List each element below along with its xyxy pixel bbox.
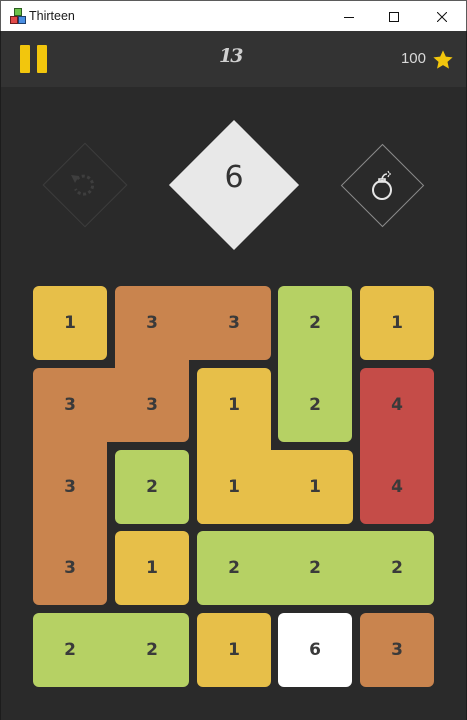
score-value: 100 [400, 50, 426, 67]
game-header: 13 100 [0, 31, 467, 87]
maximize-icon [389, 11, 399, 22]
cell-r3-c3: 2 [309, 558, 321, 578]
cell-r4-c3: 6 [309, 640, 321, 660]
cell-r1-c2: 1 [228, 395, 240, 415]
cell-r3-c0: 3 [64, 558, 76, 578]
cell-r0-c2: 3 [228, 313, 240, 333]
game-logo: 13 [219, 45, 243, 67]
pause-button[interactable] [20, 45, 48, 73]
close-button[interactable] [419, 1, 465, 32]
cell-r2-c4: 4 [391, 477, 403, 497]
cell-r3-c2: 2 [228, 558, 240, 578]
cell-r2-c2: 1 [228, 477, 240, 497]
cell-r4-c4: 3 [391, 640, 403, 660]
window-title: Thirteen [29, 9, 75, 23]
cell-r4-c1: 2 [146, 640, 158, 660]
cell-r1-c3: 2 [309, 395, 321, 415]
cell-r0-c1: 3 [146, 313, 158, 333]
cell-r2-c3: 1 [309, 477, 321, 497]
cell-r0-c4: 1 [391, 313, 403, 333]
app-icon [10, 8, 26, 24]
minimize-button[interactable] [326, 1, 372, 32]
cell-r1-c4: 4 [391, 395, 403, 415]
undo-icon [71, 174, 95, 196]
star-icon [433, 50, 453, 69]
tile-group-2-vertical[interactable] [278, 286, 352, 442]
next-tile-value: 6 [224, 160, 244, 195]
cell-r2-c1: 2 [146, 477, 158, 497]
cell-r3-c1: 1 [146, 558, 158, 578]
bomb-icon [372, 170, 392, 200]
cell-r0-c3: 2 [309, 313, 321, 333]
cell-r4-c0: 2 [64, 640, 76, 660]
cell-r2-c0: 3 [64, 477, 76, 497]
tile-group-4[interactable] [360, 368, 434, 524]
window-titlebar: Thirteen [0, 0, 467, 31]
cell-r3-c4: 2 [391, 558, 403, 578]
minimize-icon [344, 16, 354, 18]
cell-r1-c0: 3 [64, 395, 76, 415]
cell-r0-c0: 1 [64, 313, 76, 333]
cell-r1-c1: 3 [146, 395, 158, 415]
close-icon [437, 11, 447, 22]
cell-r4-c2: 1 [228, 640, 240, 660]
maximize-button[interactable] [371, 1, 417, 32]
